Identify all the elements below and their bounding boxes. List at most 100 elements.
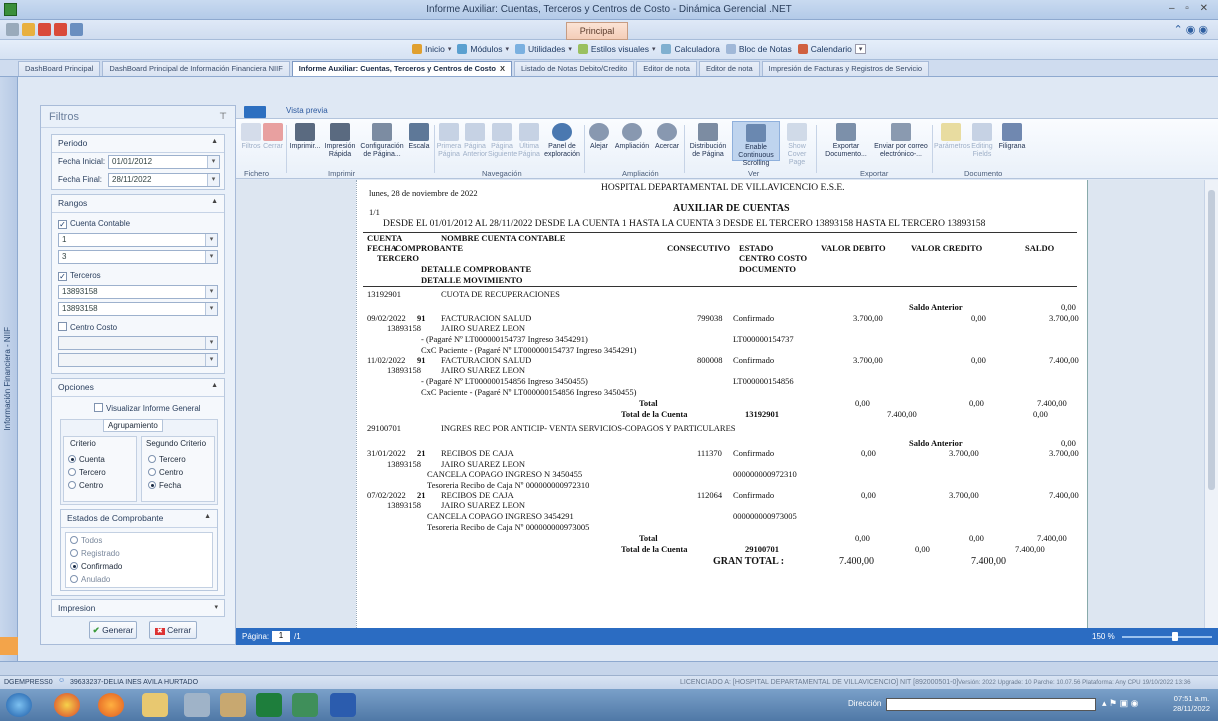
chevron-down-icon[interactable]: ▾ bbox=[205, 303, 217, 315]
segundo-tercero-radio[interactable]: Tercero bbox=[148, 455, 186, 464]
checkbox-checked[interactable]: ✓ bbox=[58, 220, 67, 229]
side-label[interactable]: Información Financiera - NIIF bbox=[3, 327, 12, 431]
stop-icon[interactable] bbox=[54, 23, 67, 36]
primera-pagina-button[interactable]: Primera Página bbox=[436, 123, 462, 159]
tab-editor-nota-1[interactable]: Editor de nota bbox=[636, 61, 697, 76]
chevron-down-icon[interactable]: ▾ bbox=[205, 251, 217, 263]
chevron-down-icon[interactable]: ▾ bbox=[207, 174, 219, 186]
checkbox-unchecked[interactable] bbox=[94, 403, 103, 412]
menu-utilidades[interactable]: Utilidades ▾ bbox=[515, 44, 572, 54]
menu-inicio[interactable]: Inicio ▾ bbox=[412, 44, 451, 54]
close-tab-icon[interactable]: X bbox=[500, 64, 505, 73]
tab-dashboard-niif[interactable]: DashBoard Principal de Información Finan… bbox=[102, 61, 290, 76]
show-cover-page-button[interactable]: Show Cover Page bbox=[782, 123, 812, 167]
window-controls[interactable]: – ▫ ✕ bbox=[1169, 3, 1212, 14]
parametros-button[interactable]: Parámetros bbox=[934, 123, 970, 151]
tab-listado-notas[interactable]: Listado de Notas Debito/Credito bbox=[513, 61, 635, 76]
cuenta-desde-field[interactable]: 1 ▾ bbox=[58, 233, 218, 247]
system-clock[interactable]: 07:51 a.m. 28/11/2022 bbox=[1173, 694, 1210, 714]
page-number-input[interactable]: 1 bbox=[272, 631, 290, 642]
visualizar-checkbox[interactable]: Visualizar Informe General bbox=[94, 403, 201, 413]
panel-exploracion-button[interactable]: Panel de exploración bbox=[542, 123, 582, 159]
zoom-slider-thumb[interactable] bbox=[1172, 632, 1178, 641]
app-icon[interactable] bbox=[220, 693, 246, 717]
distribucion-pagina-button[interactable]: Distribución de Página bbox=[686, 123, 730, 159]
help-icon[interactable]: ⌃ ◉ ◉ bbox=[1173, 23, 1208, 36]
acercar-button[interactable]: Acercar bbox=[652, 123, 682, 151]
menu-modulos[interactable]: Módulos ▾ bbox=[457, 44, 509, 54]
tray-icons[interactable]: ▴ ⚑ ▣ ◉ bbox=[1102, 698, 1138, 709]
fecha-inicial-field[interactable]: 01/01/2012 ▾ bbox=[108, 155, 220, 169]
chrome-icon[interactable] bbox=[54, 693, 80, 717]
app-icon[interactable] bbox=[184, 693, 210, 717]
imprimir-button[interactable]: Imprimir... bbox=[288, 123, 322, 151]
tab-vista-previa[interactable]: Vista previa bbox=[286, 106, 328, 115]
tab-dashboard[interactable]: DashBoard Principal bbox=[18, 61, 101, 76]
cuenta-contable-checkbox[interactable]: ✓ Cuenta Contable bbox=[58, 219, 130, 229]
filtros-button[interactable]: Filtros bbox=[240, 123, 262, 151]
criterio-tercero-radio[interactable]: Tercero bbox=[68, 468, 106, 477]
centro-costo-checkbox[interactable]: Centro Costo bbox=[58, 322, 117, 332]
periodo-header[interactable]: Periodo ▲ bbox=[52, 135, 224, 153]
criterio-cuenta-radio[interactable]: Cuenta bbox=[68, 455, 105, 464]
segundo-centro-radio[interactable]: Centro bbox=[148, 468, 183, 477]
estado-confirmado-radio[interactable]: Confirmado bbox=[70, 562, 122, 571]
window-icon[interactable] bbox=[70, 23, 83, 36]
chevron-down-icon[interactable]: ▾ bbox=[207, 156, 219, 168]
generar-button[interactable]: ✔ Generar bbox=[89, 621, 137, 639]
editing-fields-button[interactable]: Editing Fields bbox=[968, 123, 996, 159]
opciones-header[interactable]: Opciones ▲ bbox=[52, 379, 224, 397]
tercero-hasta-field[interactable]: 13893158 ▾ bbox=[58, 302, 218, 316]
criterio-centro-radio[interactable]: Centro bbox=[68, 481, 103, 490]
configuracion-pagina-button[interactable]: Configuración de Página... bbox=[358, 123, 406, 159]
pin-icon[interactable]: ⊤ bbox=[219, 111, 227, 122]
checkbox-checked[interactable]: ✓ bbox=[58, 272, 67, 281]
estados-header[interactable]: Estados de Comprobante ▲ bbox=[61, 510, 217, 528]
menu-calendario[interactable]: Calendario ▾ bbox=[797, 44, 867, 54]
continuous-scrolling-button[interactable]: Enable Continuous Scrolling bbox=[732, 121, 780, 167]
chevron-down-icon[interactable]: ▾ bbox=[205, 234, 217, 246]
terceros-checkbox[interactable]: ✓ Terceros bbox=[58, 271, 101, 281]
estado-registrado-radio[interactable]: Registrado bbox=[70, 549, 120, 558]
tab-principal[interactable]: Principal bbox=[566, 22, 628, 40]
dinamica-icon[interactable] bbox=[292, 693, 318, 717]
pagina-siguiente-button[interactable]: Página Siguiente bbox=[488, 123, 517, 159]
cuenta-hasta-field[interactable]: 3 ▾ bbox=[58, 250, 218, 264]
ultima-pagina-button[interactable]: Última Página bbox=[516, 123, 542, 159]
menu-calculadora[interactable]: Calculadora bbox=[661, 44, 720, 54]
checkbox-unchecked[interactable] bbox=[58, 322, 67, 331]
centro-desde-field[interactable]: ▾ bbox=[58, 336, 218, 350]
estado-todos-radio[interactable]: Todos bbox=[70, 536, 102, 545]
close-doc-icon[interactable] bbox=[38, 23, 51, 36]
tercero-desde-field[interactable]: 13893158 ▾ bbox=[58, 285, 218, 299]
enviar-correo-button[interactable]: Enviar por correo electrónico-... bbox=[872, 123, 930, 159]
chevron-down-icon[interactable]: ▾ bbox=[205, 286, 217, 298]
chevron-down-icon[interactable]: ▾ bbox=[205, 337, 217, 349]
zoom-slider[interactable] bbox=[1122, 636, 1212, 638]
impresion-header[interactable]: Impresion ▾ bbox=[52, 600, 224, 618]
estado-anulado-radio[interactable]: Anulado bbox=[70, 575, 110, 584]
escala-button[interactable]: Escala bbox=[406, 123, 432, 151]
cerrar-button[interactable]: ✖ Cerrar bbox=[149, 621, 197, 639]
folder-icon[interactable] bbox=[142, 693, 168, 717]
word-icon[interactable] bbox=[330, 693, 356, 717]
folder-icon[interactable] bbox=[22, 23, 35, 36]
cerrar-preview-button[interactable]: Cerrar bbox=[262, 123, 284, 151]
rangos-header[interactable]: Rangos ▲ bbox=[52, 195, 224, 213]
vertical-scrollbar[interactable] bbox=[1204, 180, 1218, 628]
fecha-final-field[interactable]: 28/11/2022 ▾ bbox=[108, 173, 220, 187]
chevron-down-icon[interactable]: ▾ bbox=[205, 354, 217, 366]
tab-impresion-facturas[interactable]: Impresión de Facturas y Registros de Ser… bbox=[761, 61, 930, 76]
file-menu-button[interactable] bbox=[244, 106, 266, 118]
pagina-anterior-button[interactable]: Página Anterior bbox=[462, 123, 488, 159]
exportar-documento-button[interactable]: Exportar Documento... bbox=[820, 123, 872, 159]
firefox-icon[interactable] bbox=[98, 693, 124, 717]
filigrana-button[interactable]: Filigrana bbox=[996, 123, 1028, 151]
menu-estilos[interactable]: Estilos visuales ▾ bbox=[577, 44, 655, 54]
tab-editor-nota-2[interactable]: Editor de nota bbox=[698, 61, 760, 76]
alejar-button[interactable]: Alejar bbox=[586, 123, 612, 151]
segundo-fecha-radio[interactable]: Fecha bbox=[148, 481, 181, 490]
centro-hasta-field[interactable]: ▾ bbox=[58, 353, 218, 367]
excel-icon[interactable] bbox=[256, 693, 282, 717]
start-button[interactable] bbox=[6, 693, 32, 717]
